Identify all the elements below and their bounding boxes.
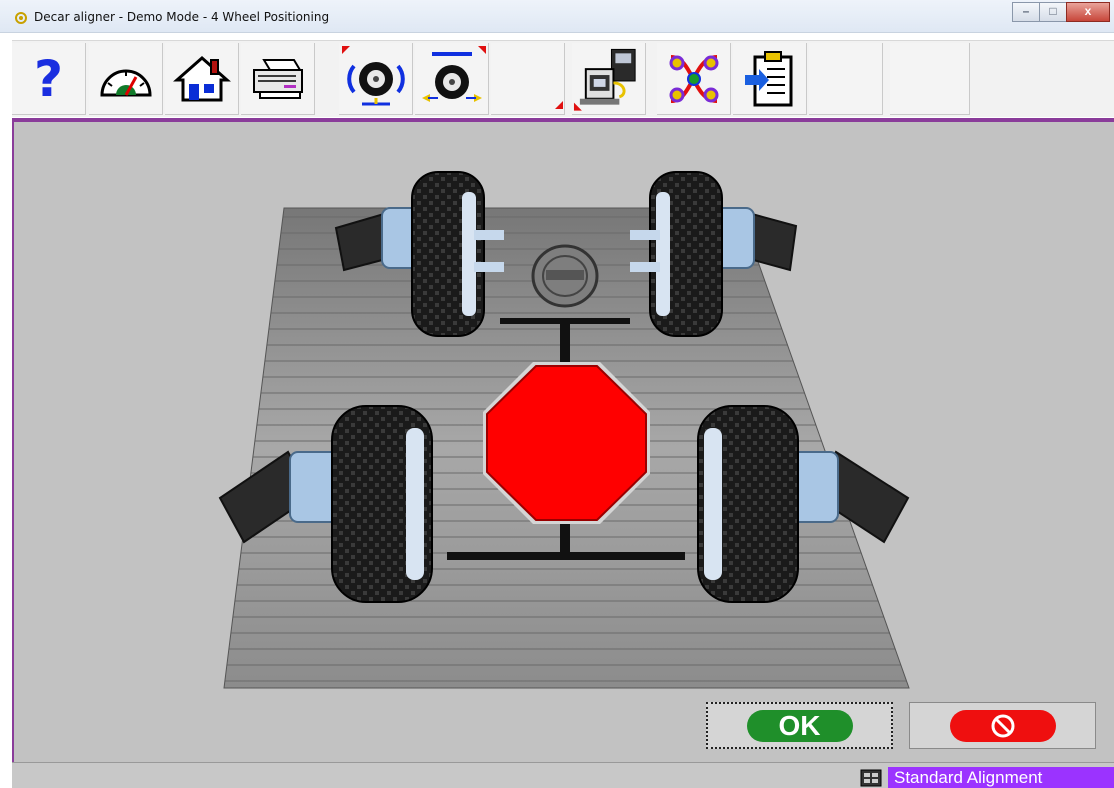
gauge-icon [99,69,152,96]
toolbar-empty-button-2[interactable] [809,43,883,115]
gauge-button[interactable] [89,43,163,115]
house-icon [172,55,231,101]
machine-button[interactable] [572,43,646,115]
home-button[interactable] [165,43,239,115]
corner-marker-icon [555,101,563,109]
clipboard-icon [744,50,792,106]
close-button[interactable]: x [1066,2,1110,22]
steering-wheel-icon [531,244,599,308]
question-mark-icon: ? [33,49,63,108]
status-grid-icon [860,769,882,786]
printer-icon [252,58,303,99]
wheel-rotate-icon [341,45,405,105]
pattern-icon [669,54,718,103]
app-icon [15,12,27,24]
toolbar-empty-button-3[interactable] [890,43,970,115]
pattern-button[interactable] [657,43,731,115]
alignment-mode-label: Standard Alignment [888,767,1114,788]
maximize-button[interactable]: □ [1039,2,1067,22]
title-bar: Decar aligner - Demo Mode - 4 Wheel Posi… [0,0,1114,33]
minimize-button[interactable]: – [1012,2,1040,22]
window-title: Decar aligner - Demo Mode - 4 Wheel Posi… [34,10,330,24]
clipboard-button[interactable] [733,43,807,115]
toolbar: ? [12,40,1114,117]
front-wheel-button[interactable] [339,43,413,115]
help-button[interactable]: ? [12,43,86,115]
rear-wheel-button[interactable] [415,43,489,115]
cancel-button[interactable] [909,702,1096,749]
machine-icon [573,48,636,111]
vehicle-diagram [218,171,910,689]
status-bar: Standard Alignment [12,762,1114,788]
print-button[interactable] [241,43,315,115]
no-entry-icon [991,714,1014,737]
ok-label: OK [746,709,853,742]
wheel-positioning-stage: OK [12,118,1114,762]
wheel-compensate-icon [421,45,486,102]
toolbar-empty-button-1[interactable] [491,43,565,115]
ok-button[interactable]: OK [706,702,893,749]
